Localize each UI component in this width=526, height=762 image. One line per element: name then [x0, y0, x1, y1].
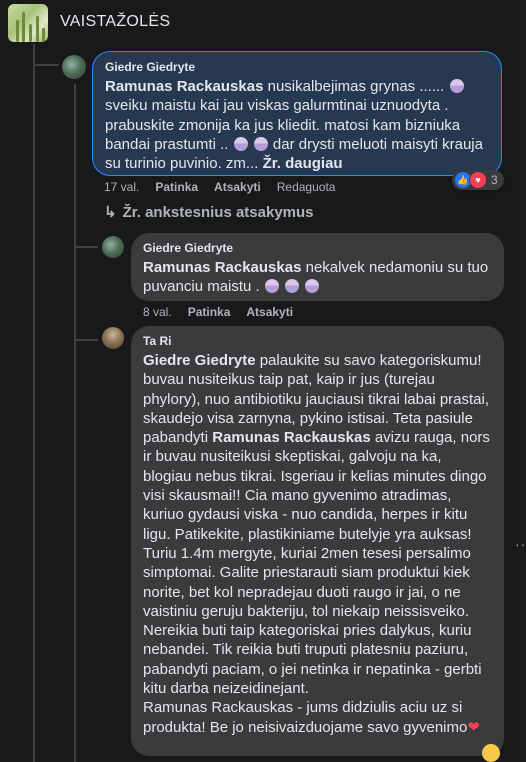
timestamp[interactable]: 8 val.	[143, 305, 172, 319]
comment-meta: 17 val. Patinka Atsakyti Redaguota	[104, 180, 351, 194]
mention-link[interactable]: Ramunas Rackauskas	[143, 259, 301, 276]
thread-line	[74, 246, 98, 248]
praying-emoji	[449, 79, 464, 93]
thread-line	[33, 44, 35, 762]
reaction-emoji	[482, 744, 500, 762]
like-button[interactable]: Patinka	[188, 305, 231, 319]
timestamp[interactable]: 17 val.	[104, 180, 139, 194]
praying-emoji	[305, 279, 320, 294]
group-header: VAISTAŽOLĖS	[0, 0, 526, 44]
comment-author[interactable]: Giedre Giedryte	[105, 60, 489, 74]
avatar[interactable]	[62, 55, 86, 79]
see-more-link[interactable]: Žr. daugiau	[263, 155, 343, 172]
comment-text: Giedre Giedryte palaukite su savo katego…	[143, 352, 490, 736]
heart-emoji: ❤	[467, 718, 480, 736]
praying-emoji	[233, 136, 248, 151]
mention-link[interactable]: Giedre Giedryte	[143, 352, 256, 369]
thread-line	[74, 339, 98, 341]
praying-emoji	[285, 279, 300, 294]
more-options-icon[interactable]: ···	[515, 536, 526, 552]
comment-author[interactable]: Giedre Giedryte	[143, 241, 492, 255]
avatar[interactable]	[102, 327, 124, 349]
reply-button[interactable]: Atsakyti	[214, 180, 261, 194]
love-icon: ♥	[469, 171, 487, 189]
mention-link[interactable]: Ramunas Rackauskas	[105, 78, 263, 95]
comment-text: Ramunas Rackauskas nusikalbejimas grynas…	[105, 78, 483, 173]
praying-emoji	[253, 136, 268, 151]
comment-text: Ramunas Rackauskas nekalvek nedamoniu su…	[143, 259, 489, 296]
thread-line	[33, 64, 59, 66]
group-name[interactable]: VAISTAŽOLĖS	[60, 13, 170, 31]
reaction-count: 3	[491, 173, 498, 187]
comment-author[interactable]: Ta Ri	[143, 334, 492, 348]
comment-meta: 8 val. Patinka Atsakyti	[143, 305, 309, 319]
view-previous-replies[interactable]: ↳ Žr. ankstesnius atsakymus	[104, 203, 314, 221]
mention-link[interactable]: Ramunas Rackauskas	[212, 429, 370, 446]
avatar[interactable]	[102, 236, 124, 258]
like-button[interactable]: Patinka	[155, 180, 198, 194]
praying-emoji	[264, 279, 279, 294]
group-thumbnail[interactable]	[8, 4, 48, 42]
comment-bubble: Giedre Giedryte Ramunas Rackauskas nekal…	[131, 233, 504, 301]
comment-bubble: Giedre Giedryte Ramunas Rackauskas nusik…	[92, 51, 502, 176]
edited-label: Redaguota	[276, 180, 336, 194]
reply-arrow-icon: ↳	[104, 204, 117, 221]
reply-button[interactable]: Atsakyti	[246, 305, 293, 319]
comment-bubble: Ta Ri Giedre Giedryte palaukite su savo …	[131, 326, 504, 756]
reaction-summary[interactable]: 👍 ♥ 3	[452, 170, 504, 190]
thread-line	[74, 84, 76, 762]
